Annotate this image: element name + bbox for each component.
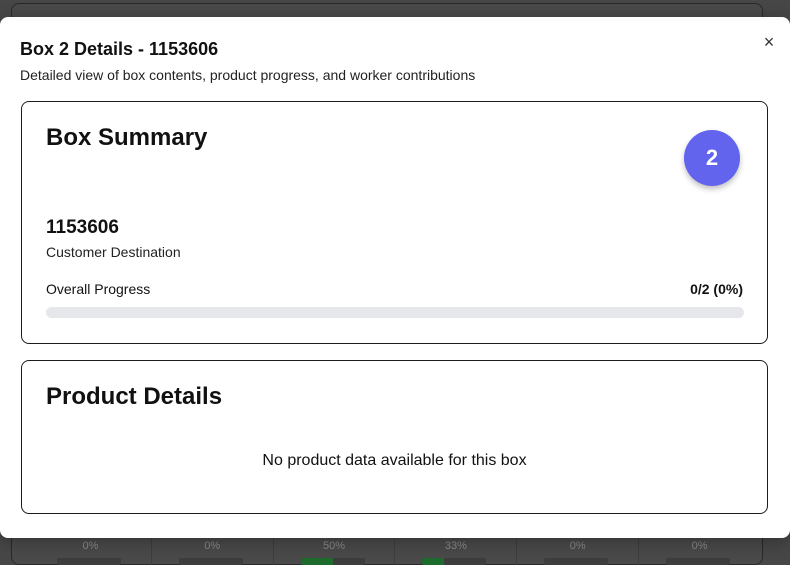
product-details-title: Product Details <box>46 383 223 410</box>
background-stat-fill <box>422 558 444 565</box>
box-summary-card: Box Summary 2 1153606 Customer Destinati… <box>21 101 768 344</box>
background-stat-label: 33% <box>444 540 467 552</box>
background-stat-bar <box>57 558 121 565</box>
background-stat-label: 0% <box>691 540 708 552</box>
background-stat-bar <box>544 558 609 565</box>
box-number-badge: 2 <box>684 130 740 186</box>
empty-state-message: No product data available for this box <box>262 452 527 469</box>
background-stat: 0% <box>30 538 152 565</box>
background-stat: 0% <box>152 538 274 565</box>
background-stat-label: 0% <box>204 540 221 552</box>
background-stat-bar <box>422 558 487 565</box>
background-stats-row: 0% 0% 50% 33% 0% 0% <box>30 538 760 565</box>
background-stat-bar <box>178 558 243 565</box>
background-stat-bar <box>300 558 365 565</box>
box-details-dialog: Box 2 Details - 1153606 Detailed view of… <box>0 17 790 538</box>
background-stat-label: 0% <box>569 540 586 552</box>
overall-progress-label: Overall Progress <box>46 281 151 297</box>
background-stat: 0% <box>639 538 760 565</box>
destination-label: Customer Destination <box>46 244 181 260</box>
background-stat-label: 0% <box>82 540 99 552</box>
dialog-title: Box 2 Details - 1153606 <box>20 39 219 59</box>
box-id: 1153606 <box>46 217 119 238</box>
dialog-subtitle: Detailed view of box contents, product p… <box>20 67 476 83</box>
background-stat-bar <box>666 558 731 565</box>
product-details-card: Product Details No product data availabl… <box>21 360 768 514</box>
overall-progress-bar <box>46 307 744 318</box>
close-icon[interactable]: × <box>759 32 779 52</box>
background-stat-label: 50% <box>323 540 346 552</box>
box-summary-title: Box Summary <box>46 124 208 151</box>
background-stat: 0% <box>517 538 640 565</box>
background-stat: 33% <box>395 538 518 565</box>
overall-progress-value: 0/2 (0%) <box>690 281 743 297</box>
background-stat-fill <box>300 558 333 565</box>
background-stat: 50% <box>274 538 396 565</box>
